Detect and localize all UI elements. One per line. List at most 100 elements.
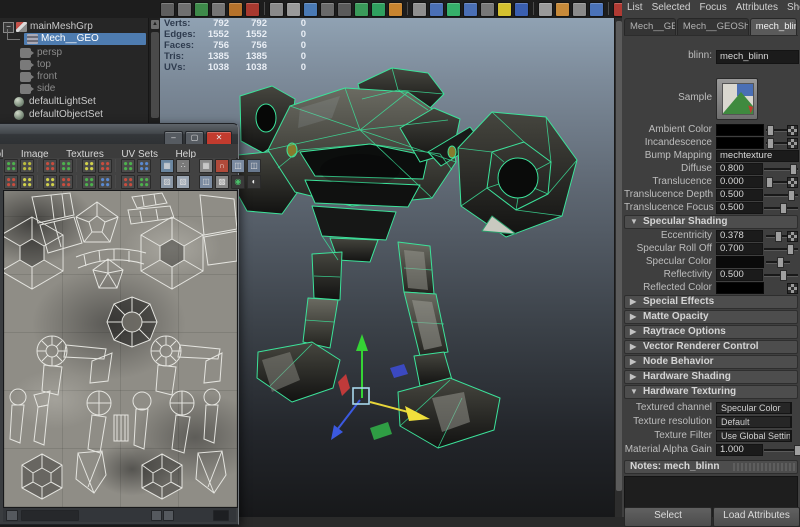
viewport-toolbar-icon[interactable] [572, 2, 587, 17]
texture-filter-dropdown[interactable]: Use Global Settings ▼ [716, 430, 792, 442]
outliner-item-mech-geo[interactable]: Mech__GEO [0, 33, 148, 45]
material-alpha-gain-field[interactable]: 1.000 [716, 444, 763, 456]
uv-toolbar-icon[interactable] [121, 175, 135, 189]
menu-focus[interactable]: Focus [699, 2, 726, 17]
uv-toolbar-icon[interactable] [43, 175, 57, 189]
section-raytrace-options[interactable]: ▶ Raytrace Options [624, 325, 798, 339]
window-titlebar[interactable]: –▢✕ [0, 124, 238, 144]
blinn-name-field[interactable]: mech_blinn [716, 50, 799, 64]
uv-toolbar-icon[interactable] [20, 175, 34, 189]
specular-color-swatch[interactable] [716, 256, 764, 268]
status-widget[interactable] [163, 510, 174, 521]
uv-toolbar-icon[interactable] [98, 175, 112, 189]
viewport-toolbar-icon[interactable] [354, 2, 369, 17]
section-specular-shading[interactable]: ▼ Specular Shading [624, 215, 798, 229]
shaded-uv-icon[interactable]: ▧ [176, 175, 190, 189]
copy-uvs-icon[interactable]: ◫ [231, 159, 245, 173]
viewport-toolbar-icon[interactable] [228, 2, 243, 17]
viewport-toolbar-icon[interactable] [177, 2, 192, 17]
uv-toolbar-icon[interactable] [4, 175, 18, 189]
scroll-up-icon[interactable]: ▲ [151, 20, 159, 29]
viewport-toolbar-icon[interactable] [320, 2, 335, 17]
notes-header[interactable]: Notes: mech_blinn [624, 460, 798, 474]
menu-list[interactable]: List [627, 2, 643, 17]
texture-resolution-dropdown[interactable]: Default ▼ [716, 416, 792, 428]
material-alpha-gain-slider[interactable] [764, 444, 798, 456]
chevron-down-icon[interactable]: ▼ [790, 430, 792, 442]
outliner-item-defaultLightSet[interactable]: defaultLightSet [0, 96, 148, 108]
viewport-toolbar-icon[interactable] [194, 2, 209, 17]
uv-toolbar-icon[interactable] [59, 175, 73, 189]
viewport-toolbar-icon[interactable] [337, 2, 352, 17]
translucence-focus-field[interactable]: 0.500 [716, 202, 763, 214]
uv-toolbar-icon[interactable] [82, 159, 96, 173]
magnet-icon[interactable]: ∩ [215, 159, 229, 173]
viewport-toolbar-icon[interactable] [429, 2, 444, 17]
tab-mech-geo[interactable]: Mech__GEO [624, 18, 676, 35]
viewport-toolbar-icon[interactable] [514, 2, 529, 17]
section-matte-opacity[interactable]: ▶ Matte Opacity [624, 310, 798, 324]
viewport-toolbar-icon[interactable] [303, 2, 318, 17]
menu-selected[interactable]: Selected [652, 2, 691, 17]
status-widget[interactable] [6, 510, 18, 521]
checker-map-icon[interactable]: ▩ [215, 175, 229, 189]
tab-mech-blinn[interactable]: mech_blinn [750, 18, 797, 35]
material-sample-swatch[interactable] [716, 78, 758, 120]
viewport-toolbar-icon[interactable] [269, 2, 284, 17]
uv-toolbar-icon[interactable] [4, 159, 18, 173]
reflected-color-swatch[interactable] [716, 282, 764, 294]
section-special-effects[interactable]: ▶ Special Effects [624, 295, 798, 309]
section-node-behavior[interactable]: ▶ Node Behavior [624, 355, 798, 369]
specular-roll-off-slider[interactable] [764, 243, 798, 255]
map-checker-icon[interactable] [787, 125, 798, 136]
map-checker-icon[interactable] [787, 177, 798, 188]
viewport-toolbar-icon[interactable] [412, 2, 427, 17]
diffuse-slider[interactable] [764, 163, 798, 175]
outliner-item-top[interactable]: top [0, 59, 148, 71]
scrollbar-thumb[interactable] [151, 32, 159, 118]
uv-toolbar-icon[interactable] [121, 159, 135, 173]
map-checker-icon[interactable] [787, 138, 798, 149]
rgb-channels-icon[interactable]: ◉ [231, 175, 245, 189]
chevron-down-icon[interactable]: ▼ [790, 402, 792, 414]
map-checker-icon[interactable] [787, 231, 798, 242]
select-button[interactable]: Select [624, 507, 712, 527]
specular-color-slider[interactable] [766, 256, 790, 268]
chevron-down-icon[interactable]: ▼ [790, 416, 792, 428]
reflectivity-slider[interactable] [764, 269, 798, 281]
section-hardware-shading[interactable]: ▶ Hardware Shading [624, 370, 798, 384]
outliner-item-persp[interactable]: persp [0, 47, 148, 59]
uv-toolbar-icon[interactable] [20, 159, 34, 173]
ambient-color-swatch[interactable] [716, 124, 764, 136]
paste-uvs-icon[interactable]: ◫ [247, 159, 261, 173]
load-attributes-button[interactable]: Load Attributes [713, 507, 800, 527]
viewport-toolbar-icon[interactable] [480, 2, 495, 17]
menu-show[interactable]: Show [787, 2, 800, 17]
uv-texture-editor-window[interactable]: –▢✕ Tool Image Textures UV Sets Help ▦∴▦… [0, 123, 239, 525]
translucence-focus-slider[interactable] [764, 202, 798, 214]
cycle-uv-icon[interactable]: ◫ [199, 175, 213, 189]
uv-canvas[interactable] [3, 190, 238, 508]
viewport-toolbar-icon[interactable] [538, 2, 553, 17]
map-checker-icon[interactable] [787, 283, 798, 294]
viewport-toolbar-icon[interactable] [371, 2, 386, 17]
viewport-toolbar-icon[interactable] [497, 2, 512, 17]
menu-attributes[interactable]: Attributes [736, 2, 778, 17]
uv-toolbar-icon[interactable] [43, 159, 57, 173]
outliner-item-mainMeshGrp[interactable]: − mainMeshGrp [0, 21, 148, 33]
status-widget[interactable] [213, 510, 229, 521]
uv-toolbar-icon[interactable] [59, 159, 73, 173]
translucence-depth-slider[interactable] [764, 189, 798, 201]
viewport-toolbar-icon[interactable] [446, 2, 461, 17]
uv-toolbar-icon[interactable] [137, 159, 151, 173]
uv-toolbar-icon[interactable] [98, 159, 112, 173]
viewport-toolbar-icon[interactable] [286, 2, 301, 17]
uv-toolbar-icon[interactable] [137, 175, 151, 189]
viewport-toolbar-icon[interactable] [160, 2, 175, 17]
translucence-depth-field[interactable]: 0.500 [716, 189, 763, 201]
outliner-item-defaultObjectSet[interactable]: defaultObjectSet [0, 109, 148, 121]
incandescence-swatch[interactable] [716, 137, 764, 149]
tab-mech-geoshape[interactable]: Mech__GEOShape [677, 18, 749, 35]
translucence-field[interactable]: 0.000 [716, 176, 763, 188]
diffuse-field[interactable]: 0.800 [716, 163, 763, 175]
